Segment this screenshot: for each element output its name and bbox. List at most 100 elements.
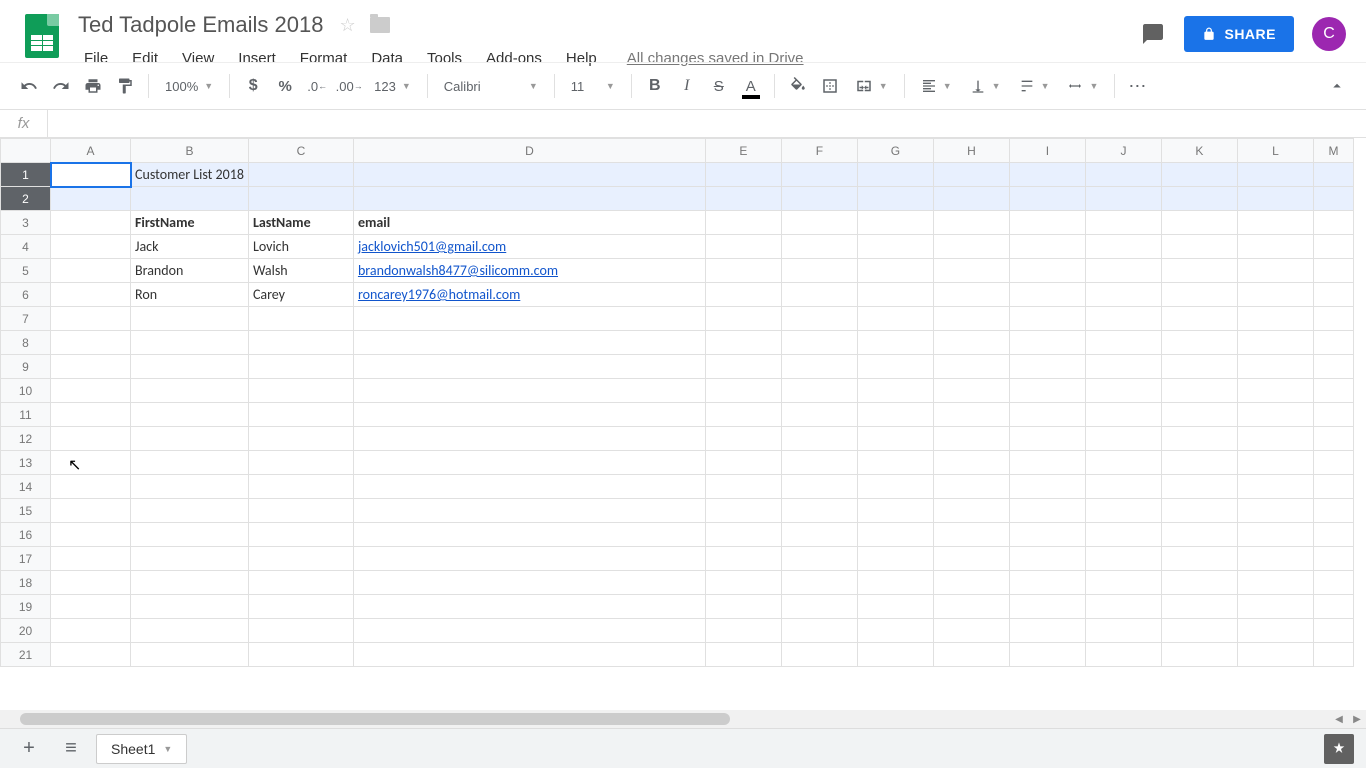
row-header[interactable]: 8: [1, 331, 51, 355]
cell[interactable]: [51, 355, 131, 379]
cell[interactable]: [248, 523, 353, 547]
cell[interactable]: [705, 235, 781, 259]
cell[interactable]: [353, 619, 705, 643]
cell[interactable]: [857, 523, 933, 547]
cell[interactable]: [857, 259, 933, 283]
cell[interactable]: [1313, 331, 1353, 355]
cell[interactable]: [705, 403, 781, 427]
cell[interactable]: [1313, 499, 1353, 523]
row-header[interactable]: 21: [1, 643, 51, 667]
cell[interactable]: [1161, 211, 1237, 235]
cell[interactable]: [1161, 307, 1237, 331]
cell[interactable]: [1085, 259, 1161, 283]
cell[interactable]: [1161, 619, 1237, 643]
cell[interactable]: [51, 259, 131, 283]
document-title[interactable]: Ted Tadpole Emails 2018: [72, 10, 329, 40]
cell[interactable]: [933, 403, 1009, 427]
cell[interactable]: Walsh: [248, 259, 353, 283]
cell[interactable]: [781, 475, 857, 499]
cell[interactable]: [1009, 211, 1085, 235]
cell[interactable]: [353, 571, 705, 595]
cell[interactable]: [933, 307, 1009, 331]
cell[interactable]: brandonwalsh8477@silicomm.com: [353, 259, 705, 283]
cell[interactable]: [1009, 379, 1085, 403]
cell[interactable]: [705, 259, 781, 283]
cell[interactable]: [51, 571, 131, 595]
cell[interactable]: [857, 163, 933, 187]
share-button[interactable]: SHARE: [1184, 16, 1294, 52]
number-format-dropdown[interactable]: 123▼: [366, 71, 419, 101]
cell[interactable]: [1237, 451, 1313, 475]
cell[interactable]: [1161, 523, 1237, 547]
row-header[interactable]: 3: [1, 211, 51, 235]
horizontal-align-button[interactable]: ▼: [913, 71, 960, 101]
cell[interactable]: [933, 163, 1009, 187]
cell[interactable]: [781, 619, 857, 643]
cell[interactable]: [705, 523, 781, 547]
row-header[interactable]: 19: [1, 595, 51, 619]
cell[interactable]: [781, 523, 857, 547]
cell[interactable]: [353, 643, 705, 667]
cell[interactable]: [1161, 187, 1237, 211]
zoom-dropdown[interactable]: 100%▼: [157, 71, 221, 101]
row-header[interactable]: 18: [1, 571, 51, 595]
cell[interactable]: [1161, 475, 1237, 499]
cell[interactable]: [781, 163, 857, 187]
cell[interactable]: [1085, 283, 1161, 307]
cell[interactable]: [933, 283, 1009, 307]
cell[interactable]: [248, 379, 353, 403]
redo-button[interactable]: [46, 71, 76, 101]
column-header[interactable]: I: [1009, 139, 1085, 163]
cell[interactable]: [248, 475, 353, 499]
sheet-tab[interactable]: Sheet1 ▼: [96, 734, 187, 764]
cell[interactable]: [1313, 547, 1353, 571]
cell[interactable]: [248, 571, 353, 595]
cell[interactable]: [51, 283, 131, 307]
cell[interactable]: [1313, 355, 1353, 379]
font-size-dropdown[interactable]: 11▼: [563, 71, 623, 101]
cell[interactable]: email: [353, 211, 705, 235]
cell[interactable]: [1009, 547, 1085, 571]
cell[interactable]: [1009, 475, 1085, 499]
cell[interactable]: [353, 475, 705, 499]
cell[interactable]: [781, 427, 857, 451]
cell[interactable]: [933, 547, 1009, 571]
cell[interactable]: [51, 187, 131, 211]
cell[interactable]: [248, 427, 353, 451]
cell[interactable]: [1237, 235, 1313, 259]
strikethrough-button[interactable]: S: [704, 71, 734, 101]
cell[interactable]: [857, 451, 933, 475]
cell[interactable]: [1313, 475, 1353, 499]
cell[interactable]: [933, 595, 1009, 619]
cell[interactable]: [1237, 283, 1313, 307]
cell[interactable]: [781, 379, 857, 403]
cell[interactable]: [248, 451, 353, 475]
cell[interactable]: [933, 187, 1009, 211]
cell[interactable]: [51, 427, 131, 451]
scroll-right-button[interactable]: ▶: [1348, 714, 1366, 725]
undo-button[interactable]: [14, 71, 44, 101]
cell[interactable]: [1009, 259, 1085, 283]
cell[interactable]: [131, 643, 249, 667]
cell[interactable]: [1237, 307, 1313, 331]
row-header[interactable]: 11: [1, 403, 51, 427]
cell[interactable]: [933, 427, 1009, 451]
cell[interactable]: [857, 235, 933, 259]
cell[interactable]: [857, 499, 933, 523]
column-header[interactable]: E: [705, 139, 781, 163]
cell[interactable]: [781, 307, 857, 331]
cell[interactable]: [51, 523, 131, 547]
cell[interactable]: [1009, 331, 1085, 355]
cell[interactable]: [1161, 331, 1237, 355]
cell[interactable]: [131, 355, 249, 379]
cell[interactable]: [1313, 163, 1353, 187]
cell[interactable]: [857, 643, 933, 667]
cell[interactable]: [1237, 619, 1313, 643]
column-header[interactable]: L: [1237, 139, 1313, 163]
cell[interactable]: [705, 187, 781, 211]
decrease-decimal-button[interactable]: .0←: [302, 71, 332, 101]
cell[interactable]: [131, 403, 249, 427]
cell[interactable]: [1085, 307, 1161, 331]
column-header[interactable]: M: [1313, 139, 1353, 163]
cell[interactable]: [1237, 211, 1313, 235]
